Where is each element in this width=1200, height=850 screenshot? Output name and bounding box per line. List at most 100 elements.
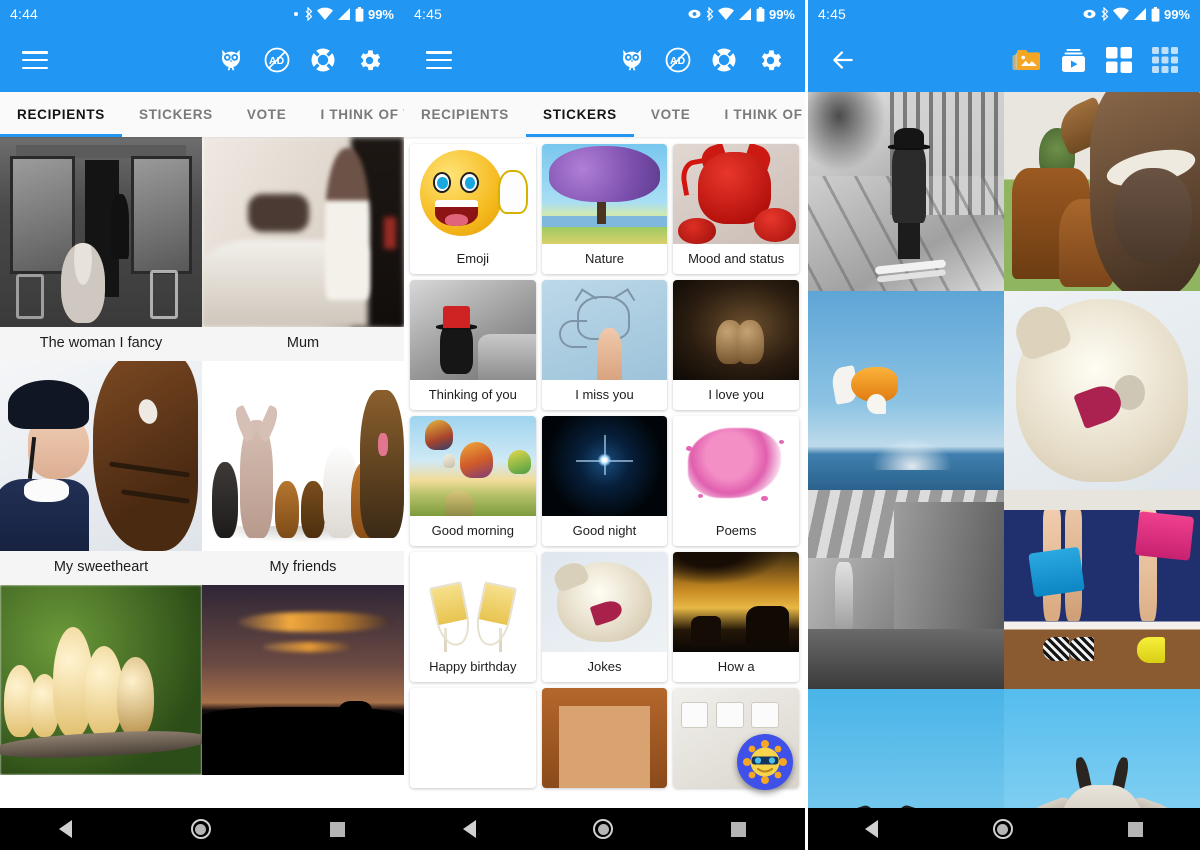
no-ads-icon[interactable]: AD [657,39,699,81]
recipient-card[interactable] [0,137,202,327]
owl-icon[interactable] [611,39,653,81]
wifi-icon [1112,7,1129,20]
back-triangle-icon[interactable] [865,820,879,838]
no-ads-icon[interactable]: AD [256,39,298,81]
home-circle-icon[interactable] [992,819,1013,839]
sticker-category[interactable] [407,685,539,791]
owl-icon[interactable] [210,39,252,81]
sticker-label: Thinking of you [428,387,517,402]
battery-percent: 99% [1163,6,1190,22]
bluetooth-icon [1101,7,1109,21]
sticker-thumbnail [673,280,799,380]
gallery-photo[interactable] [808,490,1004,689]
sticker-category[interactable]: I miss you [539,277,671,413]
photo-folder-icon[interactable] [1006,39,1048,81]
back-triangle-icon[interactable] [59,820,73,838]
recipient-card[interactable] [0,361,202,551]
sticker-category[interactable]: Nature [539,141,671,277]
recipient-photo[interactable] [0,361,202,551]
grid-3x3-icon[interactable] [1144,39,1186,81]
recipient-card[interactable] [202,585,404,775]
status-bar: 4:45 99% [404,0,805,28]
sticker-category[interactable]: Good night [539,413,671,549]
grid-2x2-icon[interactable] [1098,39,1140,81]
sticker-row: Happy birthday Jokes How a [407,549,802,685]
sticker-category[interactable]: I love you [670,277,802,413]
lifebuoy-help-icon[interactable] [703,39,745,81]
recipient-card[interactable] [202,137,404,327]
tab-i-think-of-you[interactable]: I THINK OF YOU [707,92,805,137]
recents-square-icon[interactable] [329,821,345,837]
tab-bar-recipients[interactable]: RECIPIENTS STICKERS VOTE I THINK OF YOU … [0,92,404,137]
dot-icon [293,12,298,16]
tab-stickers[interactable]: STICKERS [122,92,230,137]
bluetooth-icon [706,7,714,21]
sticker-thumbnail [541,280,668,380]
home-circle-icon[interactable] [190,819,211,839]
lifebuoy-help-icon[interactable] [302,39,344,81]
recipient-card[interactable] [0,585,202,775]
recipient-label: Mum [202,327,404,361]
android-nav-bar [808,808,1200,850]
recents-square-icon[interactable] [1127,821,1143,837]
hamburger-menu-icon[interactable] [14,39,56,81]
recipient-photo[interactable] [202,137,404,327]
tab-recipients[interactable]: RECIPIENTS [404,92,526,137]
home-circle-icon[interactable] [593,819,614,839]
gallery-photo[interactable] [808,92,1004,291]
video-library-icon[interactable] [1052,39,1094,81]
back-triangle-icon[interactable] [462,820,476,838]
recipient-photo[interactable] [202,361,404,551]
back-arrow-icon[interactable] [822,39,864,81]
tab-i-think-of-you[interactable]: I THINK OF YOU [303,92,404,137]
emoji-sunglasses-icon[interactable] [737,734,793,790]
gallery-photo[interactable] [1004,291,1200,490]
recipient-label-row: The woman I fancy Mum [0,327,404,361]
panel-gallery: 4:45 99% [808,0,1200,850]
sticker-category[interactable]: Poems [670,413,802,549]
wifi-icon [717,7,734,20]
gear-settings-icon[interactable] [749,39,791,81]
tab-bar-stickers[interactable]: RECIPIENTS STICKERS VOTE I THINK OF YOU … [404,92,805,137]
app-bar: AD [0,28,404,92]
gallery-photo[interactable] [808,291,1004,490]
sticker-category[interactable]: How a [670,549,802,685]
tab-vote[interactable]: VOTE [634,92,708,137]
sticker-category[interactable]: Mood and status [670,141,802,277]
tab-label: I THINK OF YOU [724,107,805,122]
gallery-photo[interactable] [1004,92,1200,291]
battery-icon [756,6,765,22]
sticker-category[interactable]: Emoji [407,141,539,277]
status-icons: 99% [1083,6,1190,22]
sticker-label: Happy birthday [429,659,517,674]
status-bar: 4:45 99% [808,0,1200,28]
recipient-photo[interactable] [0,585,202,775]
sticker-label: Good morning [431,523,515,538]
sticker-label: Good night [572,523,637,538]
tab-recipients[interactable]: RECIPIENTS [0,92,123,137]
status-icons: 99% [292,6,394,22]
recipient-photo[interactable] [0,137,202,327]
sticker-row: Emoji Nature Mood and status [407,141,802,277]
sticker-category[interactable] [539,685,671,791]
panel-recipients: 4:44 99% AD [0,0,404,850]
sticker-category[interactable]: Happy birthday [407,549,539,685]
gear-settings-icon[interactable] [348,39,390,81]
recipient-card[interactable] [202,361,404,551]
hamburger-menu-icon[interactable] [418,39,460,81]
app-bar [808,28,1200,92]
tab-label: STICKERS [543,107,617,122]
tab-stickers[interactable]: STICKERS [526,92,634,137]
recipient-label-row: My sweetheart My friends [0,551,404,585]
sticker-category[interactable]: Good morning [407,413,539,549]
sticker-label: Poems [715,523,757,538]
tab-label: VOTE [246,107,287,122]
gallery-photo[interactable] [1004,490,1200,689]
tab-vote[interactable]: VOTE [230,92,304,137]
sticker-label: I love you [708,387,764,402]
sticker-category[interactable]: Jokes [539,549,671,685]
recents-square-icon[interactable] [731,821,747,837]
recipient-photo[interactable] [202,585,404,775]
sticker-thumbnail [673,552,799,652]
sticker-category[interactable]: Thinking of you [407,277,539,413]
